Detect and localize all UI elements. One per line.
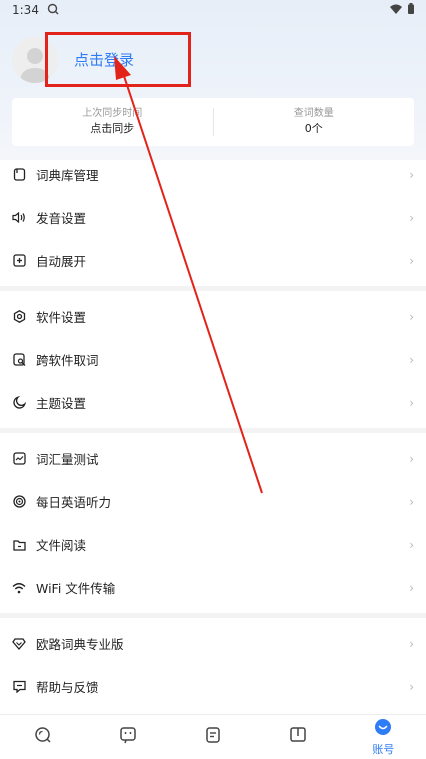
menu-label: 文件阅读 — [36, 538, 87, 553]
tab-study[interactable] — [256, 715, 341, 759]
menu-label: 软件设置 — [36, 310, 87, 325]
tab-notes[interactable] — [170, 715, 255, 759]
book-icon — [12, 168, 26, 182]
settings-icon — [12, 310, 26, 324]
stat-value: 0个 — [304, 122, 323, 135]
status-time: 1:34 — [12, 3, 39, 17]
moon-icon — [12, 396, 26, 410]
chevron-right-icon: › — [409, 494, 414, 509]
menu-item-cross-app-lookup[interactable]: 跨软件取词 › — [0, 338, 426, 381]
folder-icon — [12, 538, 26, 552]
menu-item-wifi-transfer[interactable]: WiFi 文件传输 › — [0, 566, 426, 609]
diamond-icon — [12, 637, 26, 651]
menu-item-software-settings[interactable]: 软件设置 › — [0, 295, 426, 338]
tab-account-label: 账号 — [372, 742, 395, 756]
menu-label: 欧路词典专业版 — [36, 637, 124, 652]
section-divider — [0, 428, 426, 433]
menu-label: 每日英语听力 — [36, 495, 112, 510]
chevron-right-icon: › — [409, 352, 414, 367]
battery-icon — [408, 3, 414, 17]
menu-label: 跨软件取词 — [36, 353, 99, 368]
book-open-icon — [289, 726, 307, 748]
wifi-status-icon — [390, 3, 402, 17]
avatar[interactable] — [12, 37, 58, 83]
translate-icon — [119, 726, 137, 748]
chart-icon — [12, 452, 26, 466]
lookup-count-stat: 查词数量 0个 — [214, 107, 415, 137]
search-icon — [34, 726, 52, 748]
wifi-icon — [12, 581, 26, 595]
menu-group-learning: 词汇量测试 › 每日英语听力 › 文件阅读 › WiFi 文件传输 › — [0, 437, 426, 609]
menu-item-pronunciation[interactable]: 发音设置 › — [0, 196, 426, 239]
menu-item-dictionary-library[interactable]: 词典库管理 › — [0, 153, 426, 196]
feedback-icon — [12, 680, 26, 694]
tab-search[interactable] — [0, 715, 85, 759]
menu-label: 主题设置 — [36, 396, 87, 411]
chevron-right-icon: › — [409, 309, 414, 324]
tab-translate[interactable] — [85, 715, 170, 759]
expand-icon — [12, 254, 26, 268]
menu-item-theme[interactable]: 主题设置 › — [0, 381, 426, 424]
stat-label: 查词数量 — [293, 108, 334, 119]
menu-item-help-feedback[interactable]: 帮助与反馈 › — [0, 665, 426, 708]
chevron-right-icon: › — [409, 167, 414, 182]
account-icon — [374, 718, 392, 740]
menu-label: WiFi 文件传输 — [36, 581, 116, 596]
login-link[interactable]: 点击登录 — [74, 49, 134, 70]
speaker-icon — [12, 211, 26, 225]
sync-stat[interactable]: 上次同步时间 点击同步 — [12, 107, 213, 137]
stats-card: 上次同步时间 点击同步 查词数量 0个 — [12, 98, 414, 146]
chevron-right-icon: › — [409, 636, 414, 651]
chevron-right-icon: › — [409, 537, 414, 552]
chevron-right-icon: › — [409, 451, 414, 466]
menu-item-file-reading[interactable]: 文件阅读 › — [0, 523, 426, 566]
menu-group-dictionary: 词典库管理 › 发音设置 › 自动展开 › — [0, 153, 426, 282]
menu-label: 帮助与反馈 — [36, 680, 99, 695]
menu-item-daily-listening[interactable]: 每日英语听力 › — [0, 480, 426, 523]
menu-item-auto-expand[interactable]: 自动展开 › — [0, 239, 426, 282]
notes-icon — [204, 726, 222, 748]
section-divider — [0, 613, 426, 618]
lookup-icon — [12, 353, 26, 367]
menu-group-settings: 软件设置 › 跨软件取词 › 主题设置 › — [0, 295, 426, 424]
chevron-right-icon: › — [409, 253, 414, 268]
menu-label: 发音设置 — [36, 211, 87, 226]
tab-account[interactable]: 账号 — [341, 715, 426, 759]
profile-header[interactable]: 点击登录 — [12, 32, 412, 88]
bottom-tab-bar: 账号 — [0, 714, 426, 759]
menu-label: 词汇量测试 — [36, 452, 99, 467]
notification-icon — [47, 3, 59, 18]
menu-item-pro-version[interactable]: 欧路词典专业版 › — [0, 622, 426, 665]
section-divider — [0, 286, 426, 291]
chevron-right-icon: › — [409, 395, 414, 410]
stat-label: 上次同步时间 — [82, 108, 143, 119]
status-bar: 1:34 — [0, 0, 426, 20]
menu-item-vocabulary-test[interactable]: 词汇量测试 › — [0, 437, 426, 480]
listening-icon — [12, 495, 26, 509]
stat-value: 点击同步 — [90, 122, 135, 135]
chevron-right-icon: › — [409, 210, 414, 225]
menu-label: 自动展开 — [36, 254, 87, 269]
chevron-right-icon: › — [409, 679, 414, 694]
menu-group-about: 欧路词典专业版 › 帮助与反馈 › — [0, 622, 426, 708]
menu-label: 词典库管理 — [36, 168, 99, 183]
chevron-right-icon: › — [409, 580, 414, 595]
